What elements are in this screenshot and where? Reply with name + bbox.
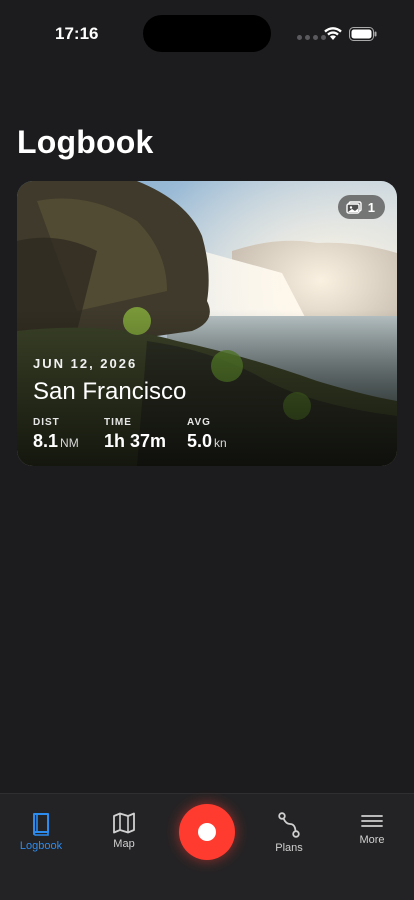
tab-label: More: [359, 834, 385, 846]
status-bar: 17:16: [0, 0, 414, 60]
stat-value: 1h 37m: [104, 431, 167, 451]
dynamic-island: [143, 15, 271, 52]
battery-icon: [349, 27, 377, 41]
stat-label: AVG: [187, 417, 211, 428]
stat-value: 8.1 NM: [33, 431, 79, 451]
stat-value: 5.0 kn: [187, 431, 227, 451]
stat-label: DIST: [33, 417, 60, 428]
tab-label: Map: [113, 838, 135, 850]
photo-count: 1: [367, 199, 375, 215]
stat-unit: NM: [60, 436, 79, 450]
status-time: 17:16: [55, 24, 99, 43]
tab-map[interactable]: Map: [89, 812, 159, 850]
tab-bar: Logbook Map Plans More: [0, 793, 414, 900]
route-icon: [278, 812, 300, 838]
signal-icon: [297, 35, 326, 40]
stat-unit: kn: [214, 436, 227, 450]
trip-location: San Francisco: [33, 378, 187, 405]
photo-count-badge[interactable]: 1: [337, 195, 385, 219]
tab-plans[interactable]: Plans: [254, 812, 324, 854]
tab-label: Plans: [275, 842, 303, 854]
stat-distance: DIST 8.1 NM: [33, 417, 79, 452]
photos-icon: [346, 200, 362, 214]
stat-average-speed: AVG 5.0 kn: [187, 417, 227, 452]
wifi-icon: [324, 27, 342, 40]
book-icon: [33, 813, 49, 836]
menu-icon: [361, 815, 383, 827]
record-icon: [198, 823, 216, 841]
stat-time: TIME 1h 37m: [104, 417, 168, 452]
page-title: Logbook: [17, 124, 154, 160]
trip-date: JUN 12, 2026: [33, 356, 138, 371]
record-button[interactable]: [179, 804, 235, 860]
trip-card[interactable]: 1 JUN 12, 2026 San Francisco DIST 8.1 NM …: [17, 181, 397, 466]
map-icon: [113, 812, 135, 834]
tab-logbook[interactable]: Logbook: [6, 812, 76, 852]
tab-more[interactable]: More: [337, 812, 407, 846]
tab-label: Logbook: [19, 840, 63, 852]
stat-label: TIME: [104, 417, 132, 428]
